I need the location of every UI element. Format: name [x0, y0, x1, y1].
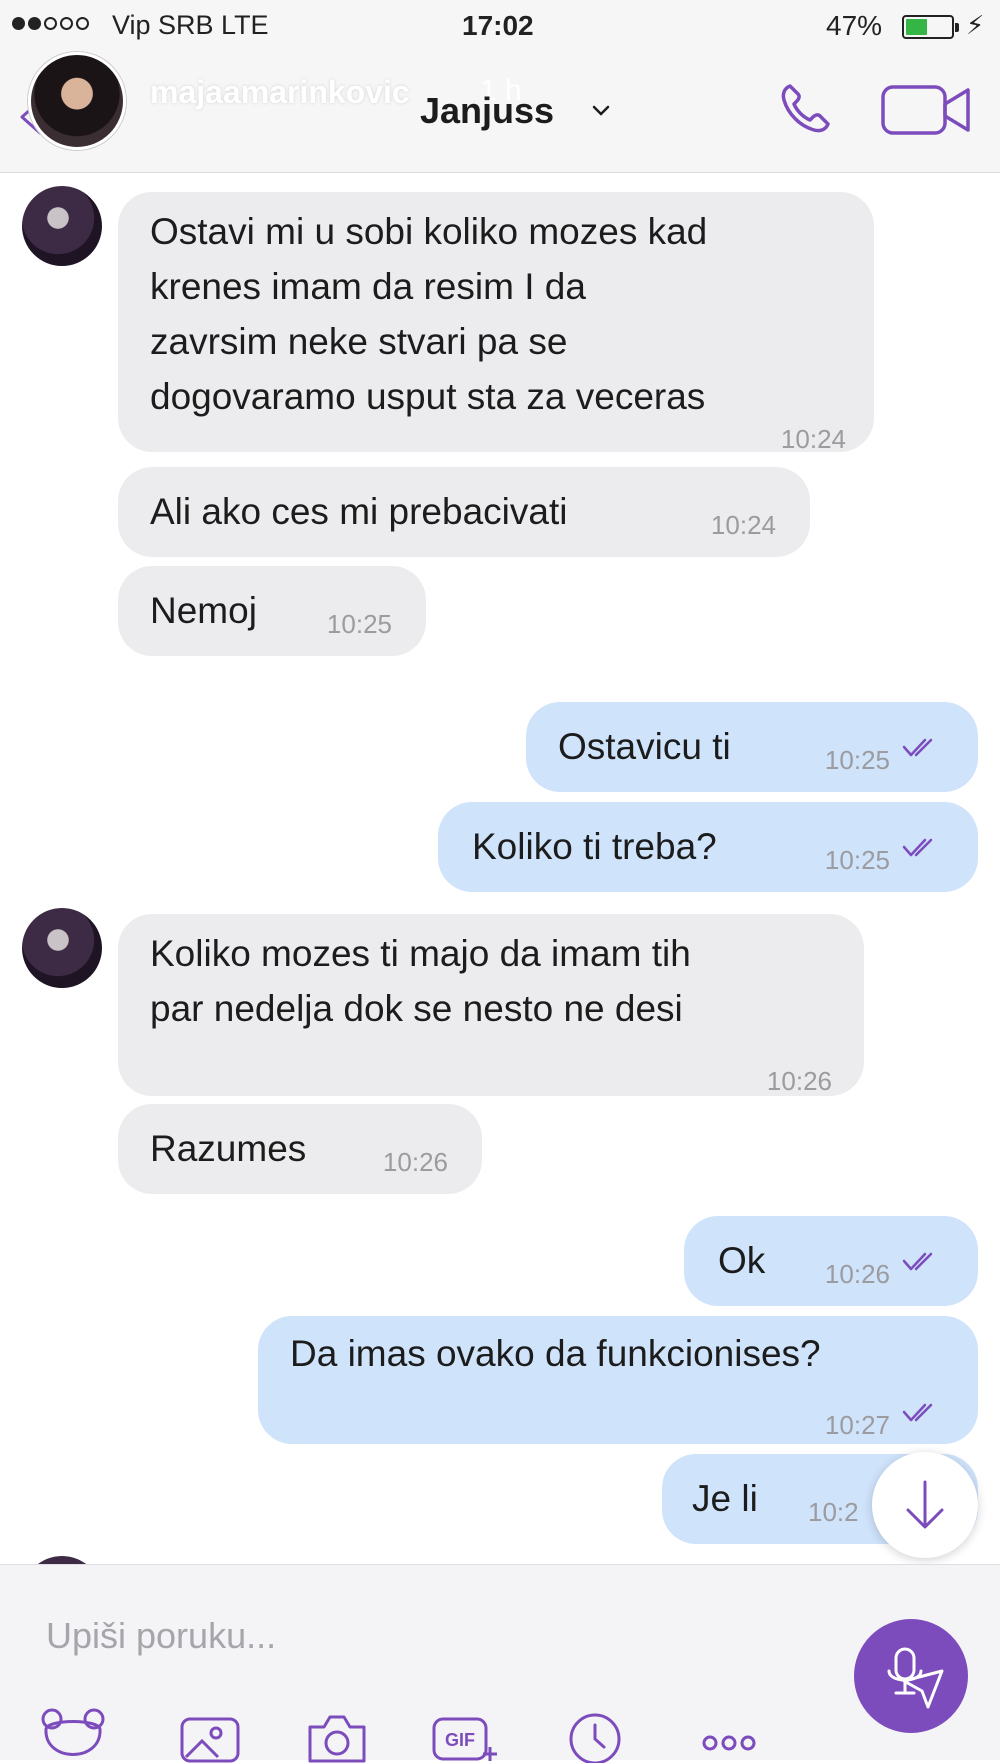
story-avatar	[28, 52, 126, 150]
status-time: 17:02	[462, 10, 534, 41]
message-bubble-outgoing[interactable]: Ostavicu ti 10:25	[526, 702, 978, 792]
message-text: Ali ako ces mi prebacivati	[150, 491, 568, 532]
gallery-icon[interactable]	[176, 1705, 246, 1763]
signal-strength-icon	[12, 17, 89, 30]
chat-header: majaamarinkovic 1 h Janjuss	[0, 52, 1000, 173]
video-call-icon[interactable]	[880, 82, 972, 138]
message-text: Razumes	[150, 1128, 307, 1169]
message-time: 10:25	[824, 745, 890, 775]
message-time: 10:24	[780, 424, 846, 454]
message-list[interactable]: Ostavi mi u sobi koliko mozes kad krenes…	[0, 172, 1000, 1564]
send-button[interactable]	[854, 1619, 968, 1733]
message-text: Nemoj	[150, 590, 257, 631]
message-text: Da imas ovako da funkcionises?	[290, 1333, 821, 1374]
message-bubble-outgoing[interactable]: Koliko ti treba? 10:25	[438, 802, 978, 892]
clock-icon[interactable]	[560, 1705, 630, 1763]
phone-call-icon[interactable]	[776, 80, 834, 138]
message-bubble-incoming[interactable]: Nemoj 10:25	[118, 566, 426, 656]
arrow-down-icon	[906, 1480, 944, 1529]
contact-avatar[interactable]	[22, 908, 102, 988]
story-username: majaamarinkovic	[150, 74, 410, 110]
contact-avatar[interactable]	[22, 1556, 102, 1564]
battery-percentage: 47%	[826, 10, 883, 41]
read-receipt-icon	[902, 738, 933, 757]
read-receipt-icon	[902, 1252, 933, 1271]
chevron-down-icon[interactable]	[590, 100, 612, 122]
message-input[interactable]	[44, 1605, 828, 1667]
message-text: Ostavicu ti	[558, 726, 731, 767]
message-time: 10:27	[824, 1410, 890, 1440]
composer: GIF	[0, 1564, 1000, 1763]
read-receipt-icon	[902, 838, 933, 857]
message-time: 10:25	[824, 845, 890, 875]
scroll-to-bottom-button[interactable]	[872, 1452, 978, 1558]
message-bubble-incoming[interactable]: Ali ako ces mi prebacivati 10:24	[118, 467, 810, 557]
battery-icon	[902, 15, 959, 39]
more-icon[interactable]	[694, 1705, 764, 1763]
charging-icon: ⚡	[966, 10, 985, 40]
message-text: Ostavi mi u sobi koliko mozes kad krenes…	[150, 211, 708, 417]
status-bar: Vip SRB LTE 17:02 47% ⚡	[0, 0, 1000, 52]
message-time: 10:26	[382, 1147, 448, 1177]
message-bubble-incoming[interactable]: Razumes 10:26	[118, 1104, 482, 1194]
message-bubble-incoming[interactable]: Koliko mozes ti majo da imam tih par ned…	[118, 914, 864, 1096]
read-receipt-icon	[902, 1403, 933, 1422]
message-bubble-outgoing[interactable]: Ok 10:26	[684, 1216, 978, 1306]
contact-avatar[interactable]	[22, 186, 102, 266]
message-text: Je li	[692, 1478, 758, 1519]
message-bubble-outgoing[interactable]: Da imas ovako da funkcionises? 10:27	[258, 1316, 978, 1444]
message-text: Ok	[718, 1240, 766, 1281]
message-text: Koliko ti treba?	[472, 826, 717, 867]
message-time: 10:2	[808, 1497, 859, 1527]
message-time: 10:26	[766, 1066, 832, 1096]
chat-title[interactable]: Janjuss	[420, 90, 554, 132]
camera-icon[interactable]	[302, 1705, 372, 1763]
message-time: 10:25	[326, 609, 392, 639]
svg-text:GIF: GIF	[445, 1730, 475, 1750]
carrier-label: Vip SRB LTE	[112, 10, 269, 40]
gif-icon[interactable]: GIF	[430, 1705, 500, 1763]
message-time: 10:26	[824, 1259, 890, 1289]
sticker-icon[interactable]	[38, 1705, 108, 1763]
message-time: 10:24	[710, 510, 776, 540]
message-bubble-incoming[interactable]: Ostavi mi u sobi koliko mozes kad krenes…	[118, 192, 874, 454]
microphone-send-icon	[887, 1647, 944, 1709]
message-text: Koliko mozes ti majo da imam tih par ned…	[150, 933, 691, 1029]
